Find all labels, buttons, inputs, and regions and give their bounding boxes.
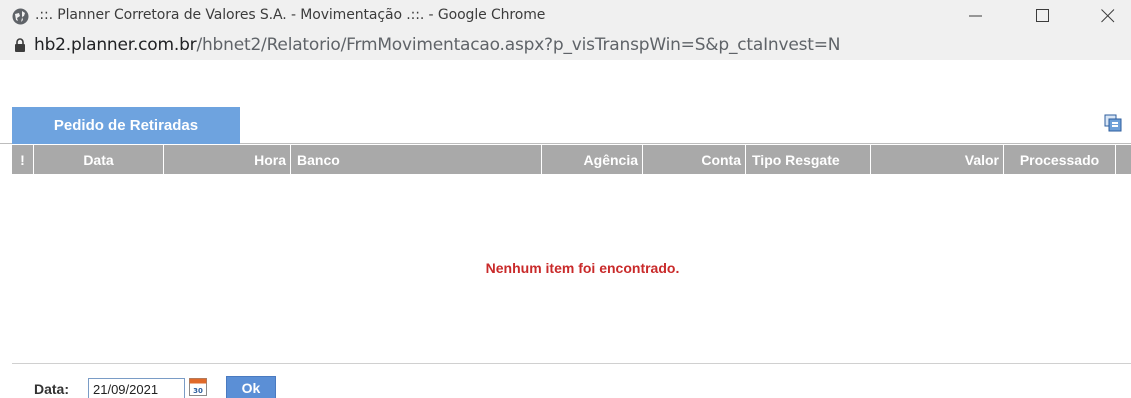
minimize-icon (969, 15, 982, 17)
column-header-flag[interactable]: ! (12, 145, 34, 174)
empty-state: Nenhum item foi encontrado. (0, 260, 1131, 276)
date-input[interactable] (88, 378, 185, 398)
column-header-banco[interactable]: Banco (291, 145, 542, 174)
column-header-processado[interactable]: Processado (1004, 145, 1116, 174)
column-header-conta[interactable]: Conta (643, 145, 746, 174)
calendar-icon[interactable]: 30 (189, 378, 207, 396)
tab-pedido-de-retiradas[interactable]: Pedido de Retiradas (12, 107, 240, 144)
url-domain: hb2.planner.com.br (34, 35, 197, 55)
column-header-hora[interactable]: Hora (164, 145, 291, 174)
ok-button[interactable]: Ok (226, 376, 276, 398)
calendar-icon-day: 30 (193, 387, 203, 395)
minimize-button[interactable] (953, 0, 999, 30)
column-header-filler (1116, 145, 1131, 174)
column-header-valor[interactable]: Valor (871, 145, 1004, 174)
footer-divider (12, 363, 1131, 364)
maximize-icon (1036, 9, 1049, 22)
lock-icon (15, 38, 25, 52)
address-bar[interactable]: hb2.planner.com.br/hbnet2/Relatorio/FrmM… (0, 30, 1131, 60)
column-header-data[interactable]: Data (34, 145, 164, 174)
window-title: .::. Planner Corretora de Valores S.A. -… (35, 7, 546, 23)
column-header-agencia[interactable]: Agência (542, 145, 643, 174)
copy-icon[interactable] (1104, 114, 1122, 132)
column-header-tipo-resgate[interactable]: Tipo Resgate (746, 145, 871, 174)
date-label: Data: (34, 381, 70, 397)
maximize-button[interactable] (1020, 0, 1066, 30)
close-icon (1101, 9, 1115, 23)
close-button[interactable] (1085, 0, 1131, 30)
browser-titlebar: .::. Planner Corretora de Valores S.A. -… (0, 0, 1131, 60)
tab-strip: Pedido de Retiradas (0, 107, 1131, 144)
url-text[interactable]: hb2.planner.com.br/hbnet2/Relatorio/FrmM… (34, 35, 840, 55)
url-path: /hbnet2/Relatorio/FrmMovimentacao.aspx?p… (196, 35, 841, 55)
globe-icon (12, 8, 29, 25)
title-row: .::. Planner Corretora de Valores S.A. -… (0, 0, 1131, 30)
table-header: ! Data Hora Banco Agência Conta Tipo Res… (12, 145, 1131, 174)
empty-message: Nenhum item foi encontrado. (485, 260, 680, 276)
